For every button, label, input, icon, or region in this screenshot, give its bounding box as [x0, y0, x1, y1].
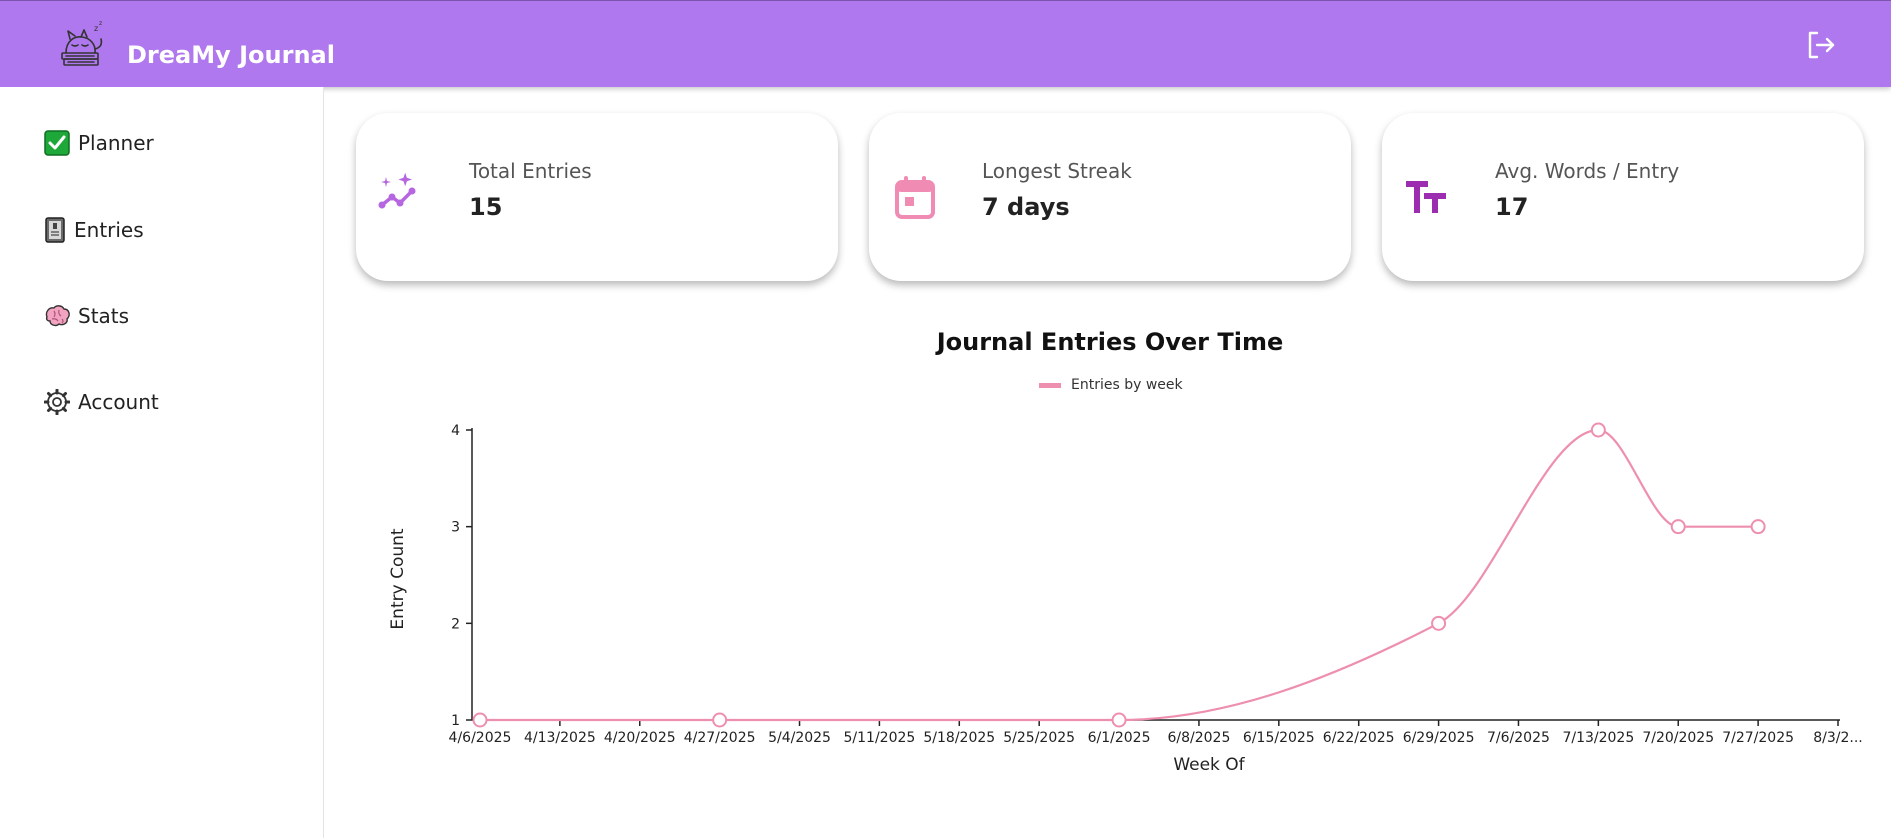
- y-axis-title: Entry Count: [388, 528, 408, 629]
- stat-card-longest-streak: Longest Streak 7 days: [869, 113, 1351, 281]
- x-tick-label: 4/27/2025: [684, 730, 756, 746]
- series-line: [479, 428, 1759, 722]
- svg-text:z: z: [99, 20, 102, 27]
- x-tick-label: 5/18/2025: [923, 730, 995, 746]
- x-tick-label: 5/11/2025: [844, 730, 916, 746]
- x-tick-label: 4/13/2025: [524, 730, 596, 746]
- notebook-icon: [45, 217, 65, 243]
- text-size-icon: [1406, 181, 1446, 213]
- stat-card-avg-words: Avg. Words / Entry 17: [1382, 113, 1864, 281]
- data-point[interactable]: [472, 712, 488, 728]
- calendar-icon: [895, 176, 935, 219]
- sleeping-cat-on-books-icon: z z: [61, 20, 103, 66]
- sidebar-item-entries[interactable]: Entries: [44, 214, 144, 246]
- stat-value: 17: [1495, 193, 1529, 221]
- sidebar-item-account[interactable]: Account: [44, 386, 159, 418]
- x-tick-label: 4/6/2025: [449, 730, 512, 746]
- x-tick-label: 6/22/2025: [1323, 730, 1395, 746]
- stat-value: 7 days: [982, 193, 1070, 221]
- brain-icon: [45, 305, 70, 327]
- sidebar-item-label: Entries: [74, 218, 144, 242]
- checkmark-box-icon: [44, 130, 70, 156]
- trend-sparkle-icon: [378, 173, 416, 209]
- svg-text:z: z: [94, 24, 98, 33]
- stat-card-total-entries: Total Entries 15: [356, 113, 838, 281]
- x-tick-label: 7/27/2025: [1722, 730, 1794, 746]
- x-tick-label: 7/13/2025: [1562, 730, 1634, 746]
- x-tick-label: 7/20/2025: [1642, 730, 1714, 746]
- y-tick-label: 3: [451, 520, 460, 536]
- x-tick-label: 8/3/2...: [1813, 730, 1863, 746]
- data-point[interactable]: [1750, 519, 1766, 535]
- sidebar-item-label: Account: [78, 390, 159, 414]
- stat-label: Longest Streak: [982, 159, 1132, 183]
- data-point[interactable]: [1590, 422, 1606, 438]
- y-tick-label: 4: [451, 423, 460, 439]
- legend-swatch: [1039, 382, 1061, 388]
- sidebar-item-label: Planner: [78, 131, 154, 155]
- logout-icon[interactable]: [1805, 29, 1837, 61]
- data-point[interactable]: [1431, 615, 1447, 631]
- stat-label: Avg. Words / Entry: [1495, 159, 1680, 183]
- x-tick-label: 6/15/2025: [1243, 730, 1315, 746]
- x-tick-label: 5/25/2025: [1003, 730, 1075, 746]
- x-tick-label: 7/6/2025: [1487, 730, 1550, 746]
- chart-title: Journal Entries Over Time: [936, 328, 1284, 356]
- stat-value: 15: [469, 193, 503, 221]
- line-chart: 1 2 3 4 4/6/2025 4/13/2025 4/20/2025 4/27/2025 5…: [388, 422, 1863, 775]
- y-tick-label: 1: [451, 713, 460, 729]
- x-axis-title: Week Of: [1173, 755, 1245, 775]
- gear-icon: [44, 389, 70, 415]
- sidebar: Planner Entries Stats Account: [0, 87, 324, 838]
- top-app-bar: z z DreaMy Journal: [0, 0, 1891, 87]
- data-point[interactable]: [712, 712, 728, 728]
- x-tick-label: 5/4/2025: [768, 730, 831, 746]
- sidebar-item-planner[interactable]: Planner: [44, 127, 154, 159]
- legend-label: Entries by week: [1071, 377, 1183, 393]
- x-tick-label: 6/1/2025: [1088, 730, 1151, 746]
- y-tick-label: 2: [451, 616, 460, 632]
- sidebar-item-label: Stats: [78, 304, 130, 328]
- x-tick-label: 6/29/2025: [1403, 730, 1475, 746]
- data-point[interactable]: [1111, 712, 1127, 728]
- x-tick-label: 4/20/2025: [604, 730, 676, 746]
- chart-legend[interactable]: Entries by week: [1039, 375, 1183, 395]
- app-title: DreaMy Journal: [127, 41, 335, 69]
- x-tick-label: 6/8/2025: [1167, 730, 1230, 746]
- data-point[interactable]: [1670, 519, 1686, 535]
- stat-label: Total Entries: [469, 159, 592, 183]
- sidebar-item-stats[interactable]: Stats: [44, 300, 129, 332]
